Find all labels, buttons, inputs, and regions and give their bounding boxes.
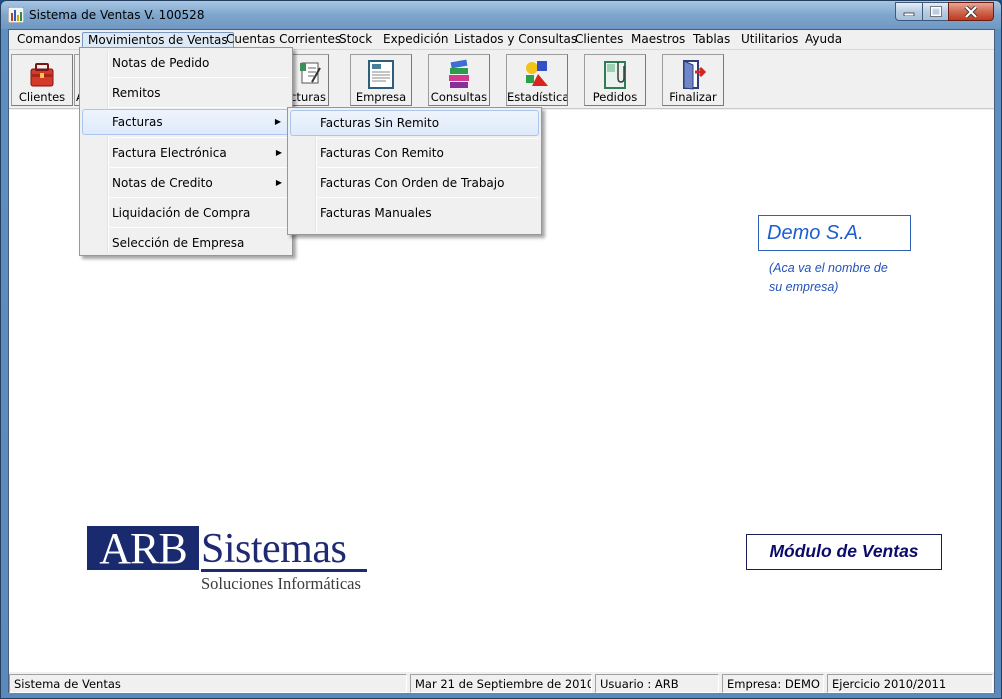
menu-tablas[interactable]: Tablas bbox=[688, 32, 735, 49]
menu-maestros[interactable]: Maestros bbox=[626, 32, 690, 49]
submenu-item-facturas-con-remito-label: Facturas Con Remito bbox=[320, 146, 444, 160]
menu-separator bbox=[318, 167, 538, 168]
status-app: Sistema de Ventas bbox=[9, 674, 407, 693]
shapes-icon bbox=[526, 61, 548, 86]
menu-item-remitos[interactable]: Remitos bbox=[82, 80, 290, 106]
menu-separator bbox=[110, 137, 289, 138]
document-icon bbox=[368, 60, 394, 89]
submenu-item-facturas-sin-remito-label: Facturas Sin Remito bbox=[320, 116, 440, 130]
menu-item-liquidacion-de-compra[interactable]: Liquidación de Compra bbox=[82, 200, 290, 226]
menu-item-facturas[interactable]: Facturas ▶ bbox=[82, 109, 290, 135]
arb-sistemas-logo: ARB Sistemas Soluciones Informáticas bbox=[87, 524, 377, 604]
minimize-button[interactable] bbox=[895, 2, 923, 21]
logo-underline bbox=[201, 569, 367, 572]
menu-item-factura-electronica[interactable]: Factura Electrónica ▶ bbox=[82, 140, 290, 166]
menu-expedicion[interactable]: Expedición bbox=[378, 32, 454, 49]
company-name-box[interactable]: Demo S.A. bbox=[758, 215, 911, 251]
submenu-item-facturas-manuales[interactable]: Facturas Manuales bbox=[290, 200, 539, 226]
window-title: Sistema de Ventas V. 100528 bbox=[29, 8, 205, 22]
menu-item-notas-de-credito-label: Notas de Credito bbox=[112, 176, 213, 190]
maximize-button[interactable] bbox=[922, 2, 949, 21]
submenu-arrow-icon: ▶ bbox=[274, 117, 281, 126]
app-chart-icon[interactable] bbox=[8, 7, 24, 23]
status-date: Mar 21 de Septiembre de 2010 bbox=[410, 674, 592, 693]
logo-tagline: Soluciones Informáticas bbox=[201, 574, 361, 593]
clipboard-icon bbox=[604, 61, 626, 89]
toolbar-pedidos-label: Pedidos bbox=[592, 90, 638, 104]
logo-arb: ARB bbox=[87, 526, 199, 572]
status-bar: Sistema de Ventas Mar 21 de Septiembre d… bbox=[9, 673, 994, 693]
status-company: Empresa: DEMO bbox=[722, 674, 824, 693]
menu-clientes[interactable]: Clientes bbox=[570, 32, 628, 49]
toolbar-consultas-label: Consultas bbox=[430, 90, 488, 104]
menu-item-notas-de-pedido[interactable]: Notas de Pedido bbox=[82, 50, 290, 76]
menu-item-seleccion-de-empresa[interactable]: Selección de Empresa bbox=[82, 230, 290, 256]
toolbar-estadistica-button[interactable]: Estadística bbox=[506, 54, 568, 106]
submenu-arrow-icon: ▶ bbox=[275, 178, 282, 187]
facturas-submenu: Facturas Sin Remito Facturas Con Remito … bbox=[287, 107, 542, 235]
menu-separator bbox=[110, 197, 289, 198]
menu-separator bbox=[110, 77, 289, 78]
toolbar-empresa-button[interactable]: Empresa bbox=[350, 54, 412, 106]
toolbar-finalizar-button[interactable]: Finalizar bbox=[662, 54, 724, 106]
menu-item-notas-de-pedido-label: Notas de Pedido bbox=[112, 56, 210, 70]
company-note-line1: (Aca va el nombre de bbox=[769, 261, 888, 275]
submenu-item-facturas-con-orden-de-trabajo-label: Facturas Con Orden de Trabajo bbox=[320, 176, 505, 190]
menu-separator bbox=[318, 197, 538, 198]
status-user: Usuario : ARB bbox=[595, 674, 719, 693]
maximize-icon bbox=[929, 6, 942, 17]
menu-item-seleccion-de-empresa-label: Selección de Empresa bbox=[112, 236, 245, 250]
company-note: (Aca va el nombre de su empresa) bbox=[769, 259, 919, 297]
status-period: Ejercicio 2010/2011 bbox=[827, 674, 993, 693]
menu-stock[interactable]: Stock bbox=[334, 32, 377, 49]
menu-separator bbox=[110, 167, 289, 168]
menu-separator bbox=[110, 227, 289, 228]
submenu-arrow-icon: ▶ bbox=[275, 148, 282, 157]
logo-sistemas: Sistemas bbox=[201, 526, 347, 572]
minimize-icon bbox=[903, 12, 915, 16]
toolbar-consultas-button[interactable]: Consultas bbox=[428, 54, 490, 106]
toolbar-pedidos-button[interactable]: Pedidos bbox=[584, 54, 646, 106]
toolbar-clientes-button[interactable]: Clientes bbox=[11, 54, 73, 106]
menu-item-factura-electronica-label: Factura Electrónica bbox=[112, 146, 227, 160]
menu-item-notas-de-credito[interactable]: Notas de Credito ▶ bbox=[82, 170, 290, 196]
toolbar-clientes-label: Clientes bbox=[18, 90, 66, 104]
menu-separator bbox=[110, 107, 289, 108]
menu-separator bbox=[318, 138, 538, 139]
toolbar-empresa-label: Empresa bbox=[355, 90, 407, 104]
menu-item-facturas-label: Facturas bbox=[112, 115, 163, 129]
company-note-line2: su empresa) bbox=[769, 280, 839, 294]
toolbar-finalizar-label: Finalizar bbox=[669, 90, 717, 104]
submenu-item-facturas-con-orden-de-trabajo[interactable]: Facturas Con Orden de Trabajo bbox=[290, 170, 539, 196]
submenu-item-facturas-con-remito[interactable]: Facturas Con Remito bbox=[290, 140, 539, 166]
exit-door-icon bbox=[683, 60, 707, 90]
module-label: Módulo de Ventas bbox=[746, 534, 942, 570]
close-icon bbox=[964, 5, 978, 18]
menu-ayuda[interactable]: Ayuda bbox=[800, 32, 847, 49]
menu-listados-y-consultas[interactable]: Listados y Consultas bbox=[449, 32, 582, 49]
movimientos-dropdown-menu: Notas de Pedido Remitos Facturas ▶ Factur… bbox=[79, 47, 293, 256]
menu-comandos[interactable]: Comandos bbox=[12, 32, 86, 49]
menu-item-liquidacion-de-compra-label: Liquidación de Compra bbox=[112, 206, 251, 220]
menu-utilitarios[interactable]: Utilitarios bbox=[736, 32, 803, 49]
title-bar[interactable]: Sistema de Ventas V. 100528 bbox=[1, 1, 1001, 29]
menu-item-remitos-label: Remitos bbox=[112, 86, 161, 100]
submenu-item-facturas-sin-remito[interactable]: Facturas Sin Remito bbox=[290, 110, 539, 136]
close-button[interactable] bbox=[948, 2, 994, 21]
toolbar-estadistica-label: Estadística bbox=[507, 90, 567, 104]
invoice-icon bbox=[300, 62, 321, 84]
books-icon bbox=[449, 59, 469, 88]
toolbox-icon bbox=[30, 63, 54, 87]
submenu-item-facturas-manuales-label: Facturas Manuales bbox=[320, 206, 432, 220]
